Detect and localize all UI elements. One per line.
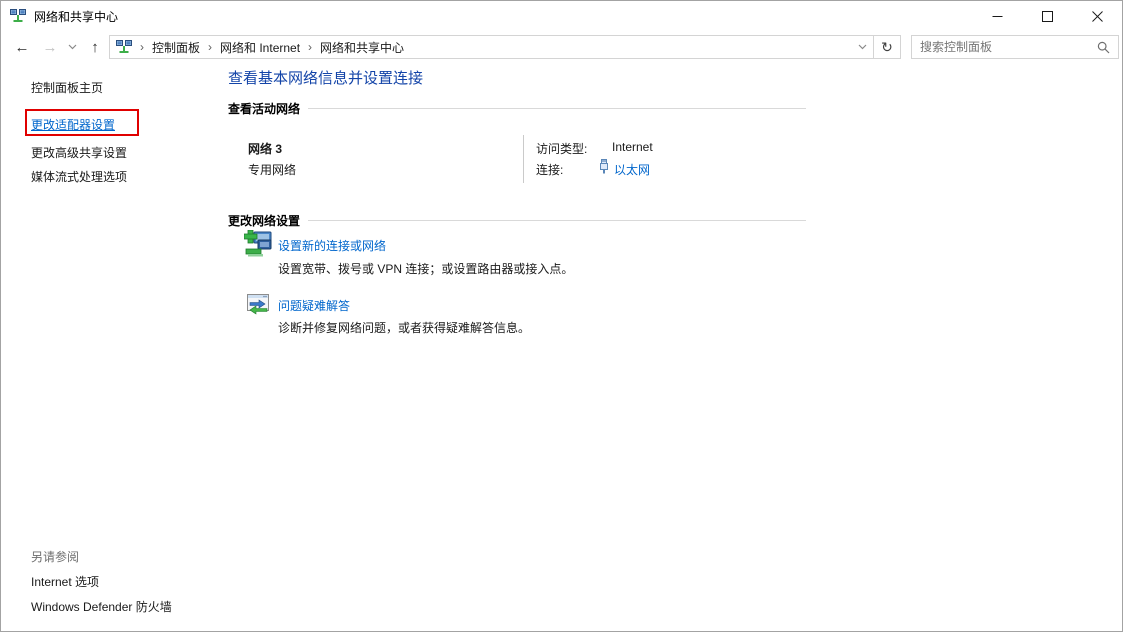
back-button[interactable]: ← [9,31,35,63]
minimize-icon [992,11,1003,22]
recent-locations-dropdown[interactable] [63,31,81,63]
address-bar-controls: ↻ [851,36,900,58]
troubleshoot-problems-link[interactable]: 问题疑难解答 [278,297,350,314]
sidebar-item-media-streaming-options[interactable]: 媒体流式处理选项 [31,168,127,185]
network-profile: 专用网络 [248,161,296,178]
window-title: 网络和共享中心 [34,8,118,25]
setup-new-connection-link[interactable]: 设置新的连接或网络 [278,237,386,254]
screenshot: 网络和共享中心 ← → ↑ [0,0,1130,632]
sidebar-item-control-panel-home[interactable]: 控制面板主页 [31,79,103,96]
breadcrumb-separator: › [200,40,220,54]
section-change-network-settings: 更改网络设置 [228,212,806,229]
maximize-button[interactable] [1022,1,1072,31]
refresh-button[interactable]: ↻ [874,36,900,58]
troubleshoot-description: 诊断并修复网络问题，或者获得疑难解答信息。 [278,319,530,336]
forward-button[interactable]: → [37,31,63,63]
ethernet-icon [598,159,610,174]
title-bar: 网络和共享中心 [1,1,1122,31]
breadcrumb-network-sharing-center[interactable]: 网络和共享中心 [320,39,404,56]
search-input[interactable] [912,40,1097,54]
sidebar-item-change-advanced-sharing[interactable]: 更改高级共享设置 [31,144,127,161]
troubleshoot-icon [247,294,270,315]
divider [308,108,806,109]
navigation-bar: ← → ↑ › 控制面板 › 网络和 [1,31,1122,63]
network-sharing-center-icon [10,8,26,24]
access-type-value: Internet [612,140,653,154]
breadcrumb-separator: › [300,40,320,54]
new-connection-icon [244,230,273,258]
network-name: 网络 3 [248,140,282,157]
address-bar[interactable]: › 控制面板 › 网络和 Internet › 网络和共享中心 ↻ [109,35,901,59]
page-title: 查看基本网络信息并设置连接 [228,67,423,88]
window-controls [972,1,1122,31]
up-button[interactable]: ↑ [83,31,107,63]
divider [308,220,806,221]
sidebar-item-windows-defender-firewall[interactable]: Windows Defender 防火墙 [31,598,172,615]
chevron-down-icon [68,44,77,50]
sidebar-item-change-adapter-settings[interactable]: 更改适配器设置 [31,116,115,133]
setup-new-connection-description: 设置宽带、拨号或 VPN 连接；或设置路由器或接入点。 [278,260,573,277]
breadcrumb-network-internet[interactable]: 网络和 Internet [220,39,300,56]
close-icon [1092,11,1103,22]
sidebar-item-internet-options[interactable]: Internet 选项 [31,573,99,590]
divider [523,135,524,183]
section-header: 更改网络设置 [228,212,300,229]
address-dropdown-button[interactable] [851,36,873,58]
search-box[interactable] [911,35,1119,59]
access-type-label: 访问类型: [536,140,587,157]
breadcrumb-separator: › [132,40,152,54]
breadcrumb-control-panel[interactable]: 控制面板 [152,39,200,56]
connections-label: 连接: [536,161,563,178]
network-sharing-center-window: 网络和共享中心 ← → ↑ [0,0,1123,632]
maximize-icon [1042,11,1053,22]
section-active-networks: 查看活动网络 [228,100,806,117]
chevron-down-icon [858,44,867,50]
network-sharing-center-icon [116,39,132,55]
close-button[interactable] [1072,1,1122,31]
see-also-header: 另请参阅 [31,548,79,565]
connection-ethernet-link[interactable]: 以太网 [614,161,650,178]
search-icon [1097,41,1110,54]
section-header: 查看活动网络 [228,100,300,117]
minimize-button[interactable] [972,1,1022,31]
